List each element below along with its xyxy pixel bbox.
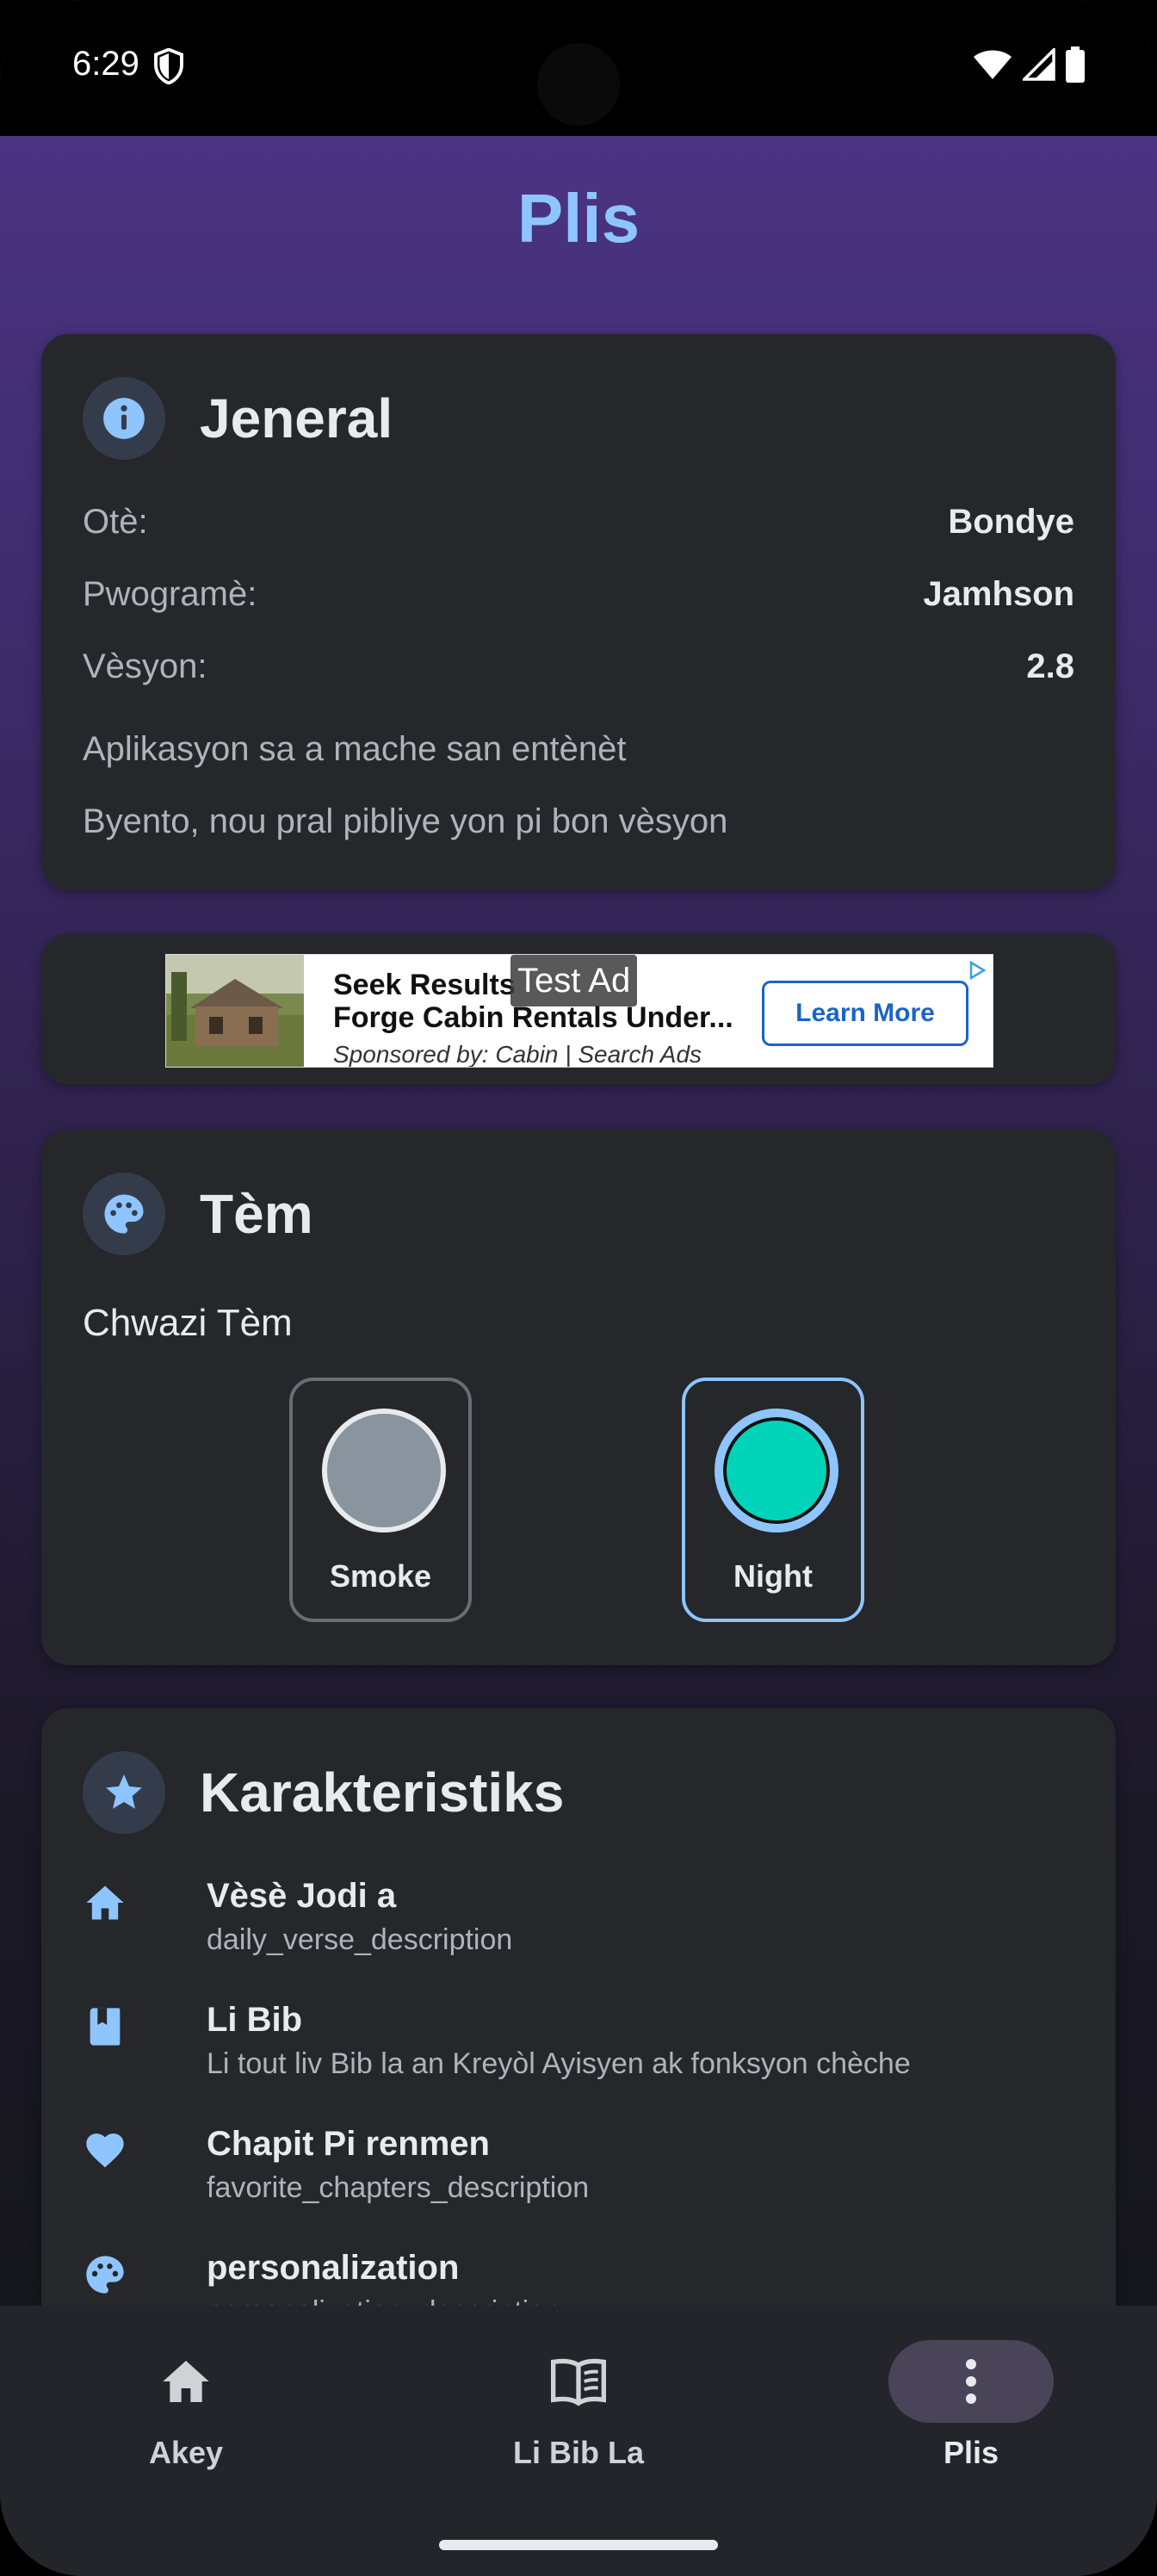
learn-more-button[interactable]: Learn More [762,981,968,1046]
general-card: Jeneral Otè: Bondye Pwogramè: Jamhson Vè… [41,334,1116,890]
feature-description: favorite_chapters_description [207,2171,590,2204]
app-screen: 6:29 Plis Jeneral Otè: Bondye Pwogramè: … [0,0,1157,2576]
ad-headline: Seek Results [333,969,516,1001]
upcoming-note: Byento, nou pral pibliye yon pi bon vèsy… [83,802,728,840]
camera-cutout [537,43,620,126]
feature-title: Li Bib [207,2001,303,2039]
palette-icon [83,1173,165,1255]
info-value: Bondye [948,503,1074,541]
theme-option-night[interactable]: Night [682,1378,864,1622]
status-icons [973,46,1085,83]
info-label: Otè: [83,503,148,541]
theme-option-label: Night [733,1558,813,1594]
status-bar: 6:29 [0,0,1157,136]
info-value: Jamhson [923,575,1074,613]
nav-label: Akey [148,2435,224,2470]
offline-note: Aplikasyon sa a mache san entènèt [83,730,627,768]
home-icon [163,2361,209,2402]
nav-pill [103,2340,269,2423]
ad-sponsor: Sponsored by: Cabin | Search Ads [333,1041,702,1068]
wifi-icon [974,50,1012,79]
feature-title: Vèsè Jodi a [207,1877,397,1915]
ad-banner[interactable]: Seek Results Forge Cabin Rentals Under..… [165,954,993,1068]
nav-pill [496,2340,661,2423]
test-ad-label: Test Ad [510,955,638,1006]
info-label: Vèsyon: [83,647,207,685]
nav-item-home[interactable]: Akey [57,2340,315,2471]
bottom-navigation: Akey Li Bib La Plis [0,2306,1157,2576]
features-header: Karakteristiks [83,1751,564,1834]
shield-icon [154,48,183,84]
book-open-icon [551,2358,606,2406]
theme-option-smoke[interactable]: Smoke [289,1378,472,1622]
feature-title: Chapit Pi renmen [207,2125,490,2163]
choose-theme-label: Chwazi Tèm [83,1302,293,1344]
page-title: Plis [517,180,640,257]
general-header: Jeneral [83,377,393,460]
star-icon [83,1751,165,1834]
feature-description: Li tout liv Bib la an Kreyòl Ayisyen ak … [207,2047,911,2080]
palette-icon [86,2256,124,2294]
feature-title: personalization [207,2249,460,2287]
ad-card: Seek Results Forge Cabin Rentals Under..… [41,933,1116,1085]
info-row-author: Otè: Bondye [83,503,1074,542]
status-time: 6:29 [72,45,139,83]
night-swatch [715,1409,838,1533]
more-vertical-icon [966,2359,976,2404]
smoke-swatch [322,1409,446,1533]
book-icon [90,2008,121,2046]
features-title: Karakteristiks [200,1762,565,1824]
home-icon [86,1886,124,1920]
heart-icon [86,2133,124,2168]
info-value: 2.8 [1026,647,1074,685]
battery-icon [1066,46,1085,83]
general-title: Jeneral [200,387,393,449]
feature-description: daily_verse_description [207,1923,513,1956]
info-row-programmer: Pwogramè: Jamhson [83,575,1074,614]
nav-item-more[interactable]: Plis [842,2340,1100,2471]
theme-option-label: Smoke [329,1558,432,1594]
theme-title: Tèm [200,1183,313,1245]
info-row-version: Vèsyon: 2.8 [83,647,1074,686]
nav-pill-active [888,2340,1054,2423]
theme-card: Tèm Chwazi Tèm Smoke Night [41,1130,1116,1665]
ad-choices-icon[interactable] [967,960,987,981]
home-indicator[interactable] [439,2540,718,2550]
nav-item-bible[interactable]: Li Bib La [449,2340,708,2471]
nav-label: Li Bib La [513,2435,644,2470]
signal-icon [1023,48,1055,81]
info-label: Pwogramè: [83,575,257,613]
nav-label: Plis [943,2435,999,2470]
ad-image [166,955,304,1067]
info-icon [83,377,165,460]
theme-header: Tèm [83,1173,313,1255]
